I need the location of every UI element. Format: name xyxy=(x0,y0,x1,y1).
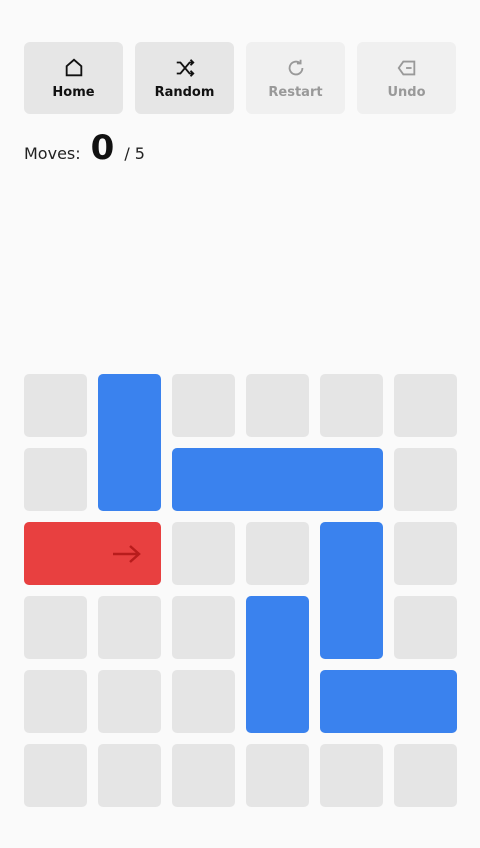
board-cell[interactable] xyxy=(24,744,87,807)
moves-total: / 5 xyxy=(124,144,145,163)
board-cell[interactable] xyxy=(98,596,161,659)
board-cell[interactable] xyxy=(320,744,383,807)
board-cell[interactable] xyxy=(172,596,235,659)
moves-counter: Moves: 0 / 5 xyxy=(24,128,145,168)
board-cell[interactable] xyxy=(98,670,161,733)
board-cell[interactable] xyxy=(172,374,235,437)
board-cell[interactable] xyxy=(24,374,87,437)
restart-label: Restart xyxy=(268,84,323,100)
board-cell[interactable] xyxy=(24,448,87,511)
board-cell[interactable] xyxy=(24,596,87,659)
board-cell[interactable] xyxy=(24,670,87,733)
blocker-car[interactable] xyxy=(320,522,383,659)
board-cell[interactable] xyxy=(172,744,235,807)
moves-count: 0 xyxy=(90,128,115,168)
blocker-car[interactable] xyxy=(246,596,309,733)
home-icon xyxy=(65,58,82,76)
board-cell[interactable] xyxy=(394,596,457,659)
undo-button[interactable]: Undo xyxy=(357,42,456,114)
moves-label: Moves: xyxy=(24,144,81,163)
board-cell[interactable] xyxy=(246,522,309,585)
board-cell[interactable] xyxy=(394,374,457,437)
blocker-car[interactable] xyxy=(98,374,161,511)
home-label: Home xyxy=(52,84,95,100)
random-label: Random xyxy=(154,84,215,100)
blocker-car[interactable] xyxy=(172,448,383,511)
undo-label: Undo xyxy=(387,84,426,100)
arrow-right-icon xyxy=(113,544,141,563)
blocker-car[interactable] xyxy=(320,670,457,733)
board-cell[interactable] xyxy=(98,744,161,807)
backspace-icon xyxy=(397,60,415,75)
shuffle-icon xyxy=(176,58,195,77)
board-cell[interactable] xyxy=(172,670,235,733)
board-cell[interactable] xyxy=(246,744,309,807)
board-cell[interactable] xyxy=(246,374,309,437)
board-cell[interactable] xyxy=(394,448,457,511)
restart-icon xyxy=(288,59,303,75)
target-car[interactable] xyxy=(24,522,161,585)
board-cell[interactable] xyxy=(394,744,457,807)
restart-button[interactable]: Restart xyxy=(246,42,345,114)
board-cell[interactable] xyxy=(320,374,383,437)
board-cell[interactable] xyxy=(172,522,235,585)
home-button[interactable]: Home xyxy=(24,42,123,114)
board-cell[interactable] xyxy=(394,522,457,585)
random-button[interactable]: Random xyxy=(135,42,234,114)
